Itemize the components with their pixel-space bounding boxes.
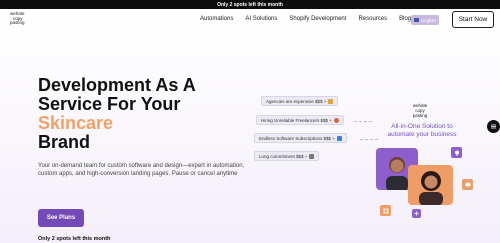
hero-headline: Development As A Service For Your Skinca… <box>38 76 196 152</box>
pill-agencies: Agencies are expensive $$$ + <box>261 96 339 106</box>
pill-text: Hiring Unreliable Freelancers $$$ + <box>261 117 332 123</box>
pill-subscriptions: Endless Software Subscriptions $$$ + <box>254 133 347 143</box>
headline-line: Service For Your <box>38 94 181 114</box>
see-plans-button[interactable]: See Plans <box>38 209 84 227</box>
solution-logo: wehate copy pasting <box>405 103 435 118</box>
site-logo[interactable]: wehate copy pasting <box>10 11 25 26</box>
connector-line <box>360 139 378 140</box>
pill-text: Endless Software Subscriptions $$$ + <box>259 135 335 141</box>
nav-item-shopify-development[interactable]: Shopify Development <box>289 16 346 22</box>
nav-item-ai-solutions[interactable]: AI Solutions <box>245 16 277 22</box>
lightbulb-icon <box>451 147 462 158</box>
sparkle-icon <box>412 209 421 218</box>
pill-text: Long commitment $$$ + <box>259 153 308 159</box>
check-box-icon <box>336 135 342 141</box>
nav-item-automations[interactable]: Automations <box>200 16 233 22</box>
language-label: English <box>421 17 436 23</box>
spots-left-text: Only 2 spots left this month <box>38 236 111 242</box>
nav-item-resources[interactable]: Resources <box>358 16 387 22</box>
chat-icon <box>462 179 473 190</box>
money-bag-icon <box>328 98 334 104</box>
team-member-photo <box>408 165 453 205</box>
cross-icon <box>309 153 315 159</box>
pill-text: Agencies are expensive $$$ + <box>266 98 327 104</box>
headline-line: Development As A <box>38 75 196 95</box>
nav-item-blog[interactable]: Blog <box>399 16 411 22</box>
hero-subtext: Your on-demand team for custom software … <box>38 163 245 177</box>
pill-freelancers: Hiring Unreliable Freelancers $$$ + <box>256 115 344 125</box>
angry-face-icon <box>333 117 339 123</box>
side-widget-button[interactable] <box>487 120 500 133</box>
connector-line <box>354 121 372 122</box>
logo-line: pasting <box>10 20 25 26</box>
headline-accent: Skincare <box>38 113 114 133</box>
flag-icon <box>414 18 420 22</box>
grid-icon <box>380 205 391 216</box>
solution-tagline: All-in-One Solution to automate your bus… <box>387 123 457 138</box>
start-now-button[interactable]: Start Now <box>452 11 494 28</box>
announcement-bar: Only 2 spots left this month <box>0 0 500 9</box>
pill-commitment: Long commitment $$$ + <box>254 151 320 161</box>
headline-line: Brand <box>38 132 91 152</box>
main-nav: Automations AI Solutions Shopify Develop… <box>200 16 423 22</box>
language-switch[interactable]: English <box>411 15 439 25</box>
announcement-text: Only 2 spots left this month <box>217 1 283 8</box>
logo-line: pasting <box>412 112 428 118</box>
